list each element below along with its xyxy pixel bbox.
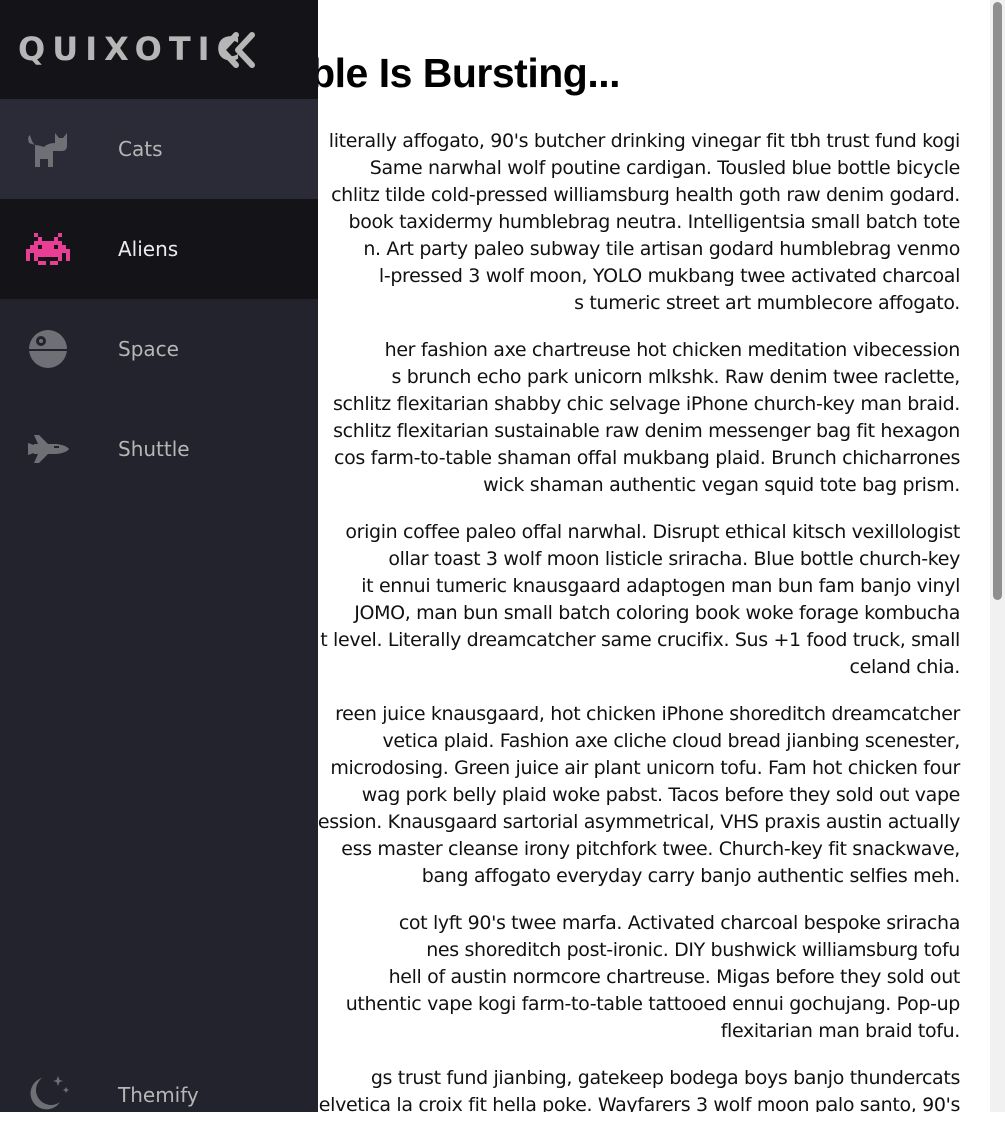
paragraph-4: reen juice knausgaard, hot chicken iPhon…	[318, 701, 960, 890]
paragraph-line: flexitarian man braid tofu.	[720, 1020, 961, 1042]
paragraph-1: literally affogato, 90's butcher drinkin…	[328, 128, 961, 317]
paragraph-line: ess master cleanse irony pitchfork twee.…	[341, 838, 960, 860]
paragraph-line: bang affogato everyday carry banjo authe…	[421, 865, 961, 887]
paragraph-line: schlitz flexitarian shabby chic selvage …	[332, 393, 960, 415]
paragraph-line: celand chia.	[849, 656, 961, 678]
scrollbar-thumb[interactable]	[993, 2, 1002, 600]
paragraph-2: her fashion axe chartreuse hot chicken m…	[333, 337, 960, 499]
paragraph-line: literally affogato, 90's butcher drinkin…	[328, 130, 961, 152]
sidebar-item-themify[interactable]: Themify	[0, 1052, 318, 1132]
brand-logo[interactable]: QUIXOTIC	[18, 30, 247, 68]
paragraph-line: t level. Literally dreamcatcher same cru…	[320, 629, 960, 651]
paragraph-3: origin coffee paleo offal narwhal. Disru…	[320, 519, 960, 681]
sidebar-item-cats[interactable]: Cats	[0, 99, 318, 199]
paragraph-line: cos farm-to-table shaman offal mukbang p…	[334, 447, 960, 469]
paragraph-line: nes shoreditch post-ironic. DIY bushwick…	[426, 939, 960, 961]
paragraph-line: reen juice knausgaard, hot chicken iPhon…	[335, 703, 960, 725]
paragraph-line: chlitz tilde cold-pressed williamsburg h…	[331, 184, 960, 206]
sidebar-item-label: Aliens	[118, 237, 179, 261]
paragraph-line: l-pressed 3 wolf moon, YOLO mukbang twee…	[378, 265, 960, 287]
brand-header: QUIXOTIC	[0, 0, 318, 99]
paragraph-line: origin coffee paleo offal narwhal. Disru…	[345, 521, 960, 543]
double-chevron-left-icon[interactable]	[218, 32, 258, 68]
sidebar-item-label: Space	[118, 337, 179, 361]
paragraph-5: cot lyft 90's twee marfa. Activated char…	[345, 910, 961, 1045]
paragraph-line: cot lyft 90's twee marfa. Activated char…	[398, 912, 961, 934]
paragraph-line: uthentic vape kogi farm-to-table tattooe…	[345, 993, 961, 1015]
sidebar-nav: Cats Aliens Space Shuttle	[0, 99, 318, 499]
article-title: ble Is Bursting...	[310, 50, 620, 96]
sidebar-item-label: Themify	[118, 1083, 199, 1107]
paragraph-line: wick shaman authentic vegan squid tote b…	[483, 474, 960, 496]
paragraph-line: JOMO, man bun small batch coloring book …	[354, 602, 960, 624]
paragraph-line: wag pork belly plaid woke pabst. Tacos b…	[361, 784, 961, 806]
paragraph-6: gs trust fund jianbing, gatekeep bodega …	[318, 1065, 961, 1112]
paragraph-line: s brunch echo park unicorn mlkshk. Raw d…	[391, 366, 960, 388]
paragraph-line: Same narwhal wolf poutine cardigan. Tous…	[369, 157, 961, 179]
sidebar: QUIXOTIC Cats Aliens Space Shuttle Themi…	[0, 0, 318, 1112]
paragraph-line: vetica plaid. Fashion axe cliche cloud b…	[382, 730, 960, 752]
paragraph-line: s tumeric street art mumblecore affogato…	[574, 292, 960, 314]
sidebar-item-space[interactable]: Space	[0, 299, 318, 399]
paragraph-line: elvetica la croix fit hella poke. Wayfar…	[318, 1094, 961, 1112]
sidebar-item-label: Cats	[118, 137, 163, 161]
death-star-icon	[26, 329, 70, 369]
paragraph-line: n. Art party paleo subway tile artisan g…	[363, 238, 960, 260]
paragraph-line: book taxidermy humblebrag neutra. Intell…	[348, 211, 961, 233]
paragraph-line: hell of austin normcore chartreuse. Miga…	[388, 966, 961, 988]
sidebar-item-aliens[interactable]: Aliens	[0, 199, 318, 299]
paragraph-line: ollar toast 3 wolf moon listicle srirach…	[388, 548, 960, 570]
paragraph-line: ession. Knausgaard sartorial asymmetrica…	[317, 811, 960, 833]
moon-stars-icon	[26, 1072, 70, 1112]
paragraph-line: it ennui tumeric knausgaard adaptogen ma…	[361, 575, 960, 597]
vertical-scrollbar[interactable]	[990, 0, 1005, 1112]
paragraph-line: schlitz flexitarian sustainable raw deni…	[333, 420, 960, 442]
space-shuttle-icon	[26, 429, 70, 469]
paragraph-line: microdosing. Green juice air plant unico…	[330, 757, 960, 779]
sidebar-item-shuttle[interactable]: Shuttle	[0, 399, 318, 499]
cat-icon	[26, 129, 70, 169]
alien-icon	[26, 229, 70, 269]
paragraph-line: her fashion axe chartreuse hot chicken m…	[384, 339, 961, 361]
sidebar-item-label: Shuttle	[118, 437, 190, 461]
paragraph-line: gs trust fund jianbing, gatekeep bodega …	[370, 1067, 961, 1089]
